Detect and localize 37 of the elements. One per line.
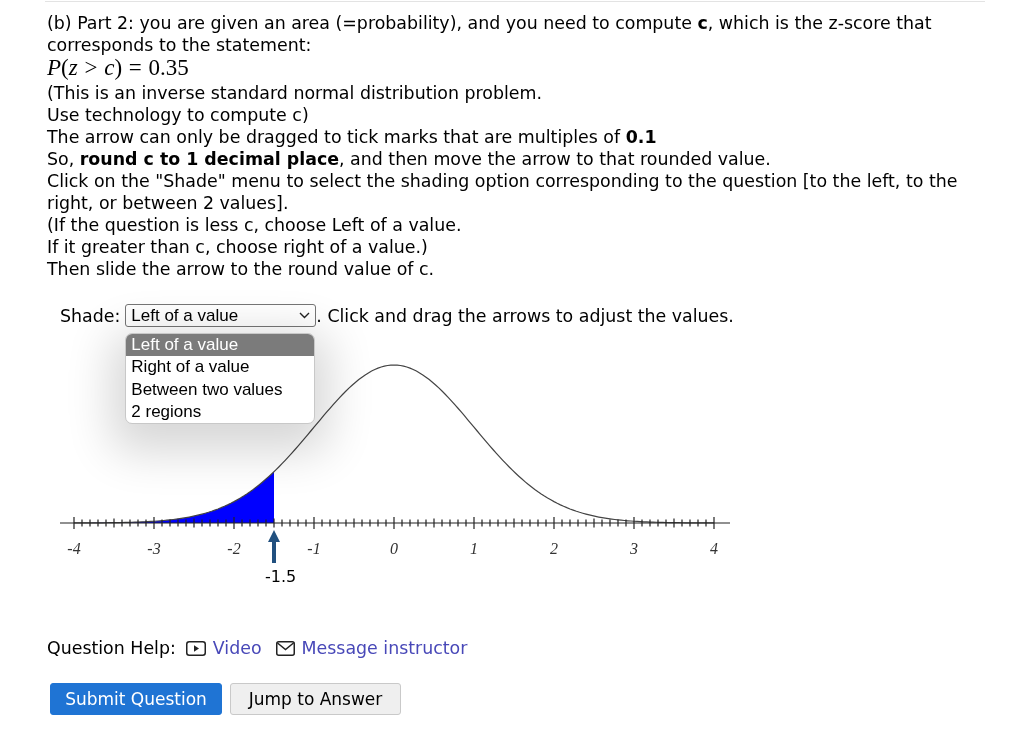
formula-text: P(z > c) = 0.35 <box>47 56 189 79</box>
instruction-line: (This is an inverse standard normal distribution problem. <box>47 83 542 104</box>
instruction-line: The arrow can only be dragged to tick marks that are multiples of 0.1 <box>47 127 657 148</box>
tick-label: -2 <box>227 540 241 558</box>
instruction-text: . Click and drag the arrows to adjust the values. <box>316 304 734 328</box>
instruction-line: Click on the "Shade" menu to select the shading option corresponding to the question [to the left, to the right, or between 2 values]. <box>47 171 958 214</box>
tick-label: -3 <box>147 540 161 558</box>
instruction-line: Then slide the arrow to the round value of c. <box>47 259 435 280</box>
play-icon <box>185 640 206 656</box>
submit-button[interactable]: Submit Question <box>50 683 222 716</box>
arrow-value-label: -1.5 <box>265 567 297 587</box>
message-link[interactable]: Message instructor <box>275 637 468 660</box>
help-label: Question Help: <box>47 637 176 660</box>
jump-button[interactable]: Jump to Answer <box>230 683 401 716</box>
instruction-line: If it greater than c, choose right of a value.) <box>47 237 428 258</box>
dropdown-option[interactable]: Between two values <box>126 378 315 401</box>
tick-label: -4 <box>67 540 81 558</box>
tick-label: 0 <box>390 540 398 558</box>
number-line[interactable] <box>59 516 731 564</box>
instruction-line: So, round c to 1 decimal place, and then move the arrow to that rounded value. <box>47 149 771 170</box>
dropdown-option[interactable]: Right of a value <box>126 356 315 379</box>
tick-label: -1 <box>307 540 321 558</box>
question-paragraph: (b) Part 2: you are given an area (=probability), and you need to compute c, which is the z-score that corresponds to the statement: <box>47 12 933 56</box>
dropdown-option[interactable]: 2 regions <box>126 400 315 423</box>
shade-select[interactable]: Left of a value <box>125 304 317 328</box>
instruction-line: Use technology to compute c) <box>47 105 309 126</box>
caret-icon <box>299 312 311 320</box>
shade-label: Shade: <box>60 304 121 328</box>
arrow-handle[interactable] <box>268 530 280 564</box>
instruction-line: (If the question is less c, choose Left of a value. <box>47 215 462 236</box>
tick-label: 4 <box>710 540 718 558</box>
dropdown-option[interactable]: Left of a value <box>126 334 315 357</box>
video-link[interactable]: Video <box>185 637 262 660</box>
tick-label: 1 <box>470 540 478 558</box>
tick-label: 3 <box>630 540 638 558</box>
envelope-icon <box>275 640 295 656</box>
tick-label: 2 <box>550 540 558 558</box>
